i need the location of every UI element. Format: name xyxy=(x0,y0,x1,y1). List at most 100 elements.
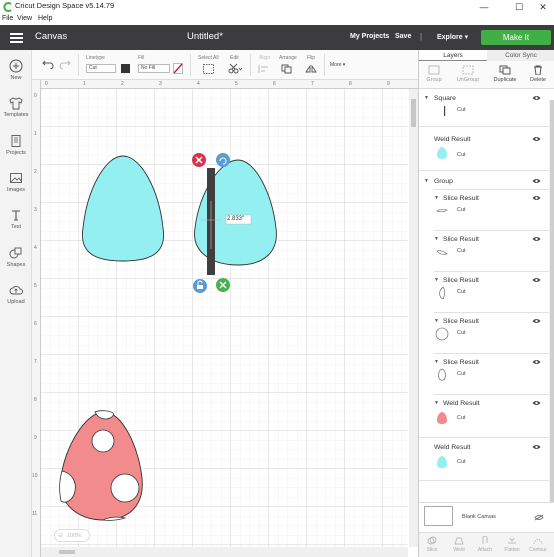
collapse-chevron-icon[interactable]: ▼ xyxy=(434,400,439,406)
egg-thumbnail-icon xyxy=(437,456,447,468)
document-title: Untitled* xyxy=(187,31,223,42)
collapse-chevron-icon[interactable]: ▼ xyxy=(424,178,429,184)
eye-icon[interactable] xyxy=(532,444,541,450)
layer-operation: Cut xyxy=(457,107,466,113)
explore-label: Explore xyxy=(437,34,463,41)
flatten-button[interactable]: Flatten xyxy=(499,536,525,553)
design-canvas[interactable]: 0 1 2 3 4 5 6 7 8 9 0 1 2 3 4 5 6 7 8 9 … xyxy=(32,80,418,557)
flip-icon[interactable] xyxy=(305,64,319,74)
eye-icon[interactable] xyxy=(532,277,541,283)
shapes-tool[interactable]: Shapes xyxy=(0,246,32,268)
arrange-label: Arrange xyxy=(279,55,297,61)
tab-layers[interactable]: Layers xyxy=(419,50,487,61)
canvas-vertical-scrollbar[interactable] xyxy=(409,89,418,547)
save-button[interactable]: Save xyxy=(395,33,411,40)
group-button[interactable]: Group xyxy=(419,65,449,83)
blank-canvas-label: Blank Canvas xyxy=(462,514,496,520)
linetype-color-swatch[interactable] xyxy=(121,64,130,73)
eye-icon[interactable] xyxy=(532,195,541,201)
paperclip-icon xyxy=(482,536,488,544)
no-fill-swatch-icon[interactable] xyxy=(173,63,183,74)
menu-view[interactable]: View xyxy=(17,15,32,22)
blank-canvas-row[interactable]: Blank Canvas xyxy=(419,502,554,532)
linetype-select[interactable]: Cut xyxy=(86,64,116,73)
eye-icon[interactable] xyxy=(532,359,541,365)
ruler-tick: 1 xyxy=(34,131,37,137)
align-icon[interactable] xyxy=(258,64,272,74)
rotate-handle-icon[interactable] xyxy=(216,153,230,167)
flip-label: Flip xyxy=(307,55,316,61)
hamburger-menu-icon[interactable] xyxy=(10,33,23,43)
close-window-button[interactable]: ✕ xyxy=(529,0,554,14)
new-tool[interactable]: New xyxy=(0,59,32,81)
canvas-horizontal-scrollbar[interactable] xyxy=(41,547,408,557)
canvas-color-swatch[interactable] xyxy=(424,506,453,526)
make-it-button[interactable]: Make It xyxy=(481,30,551,45)
scissors-icon[interactable] xyxy=(228,63,242,74)
fill-select[interactable]: No Fill xyxy=(138,64,170,73)
ungroup-label: UnGroup xyxy=(456,77,480,83)
menu-bar: File View Help xyxy=(0,14,554,25)
ruler-tick: 11 xyxy=(32,511,38,517)
my-projects-link[interactable]: My Projects xyxy=(350,33,389,40)
projects-tool[interactable]: Projects xyxy=(0,134,32,156)
layer-name: Slice Result xyxy=(443,318,479,325)
templates-tool[interactable]: Templates xyxy=(0,96,32,118)
eye-icon[interactable] xyxy=(532,95,541,101)
tab-color-sync[interactable]: Color Sync xyxy=(487,50,554,61)
weld-icon xyxy=(454,537,464,545)
eye-hidden-icon[interactable] xyxy=(534,514,544,521)
undo-icon[interactable] xyxy=(42,59,54,69)
menu-help[interactable]: Help xyxy=(38,15,52,22)
duplicate-label: Duplicate xyxy=(493,77,517,83)
text-tool[interactable]: Text xyxy=(0,208,32,230)
eye-icon[interactable] xyxy=(532,178,541,184)
arrange-icon[interactable] xyxy=(281,64,295,74)
images-tool[interactable]: Images xyxy=(0,171,32,193)
ruler-tick: 7 xyxy=(311,81,314,87)
attach-button[interactable]: Attach xyxy=(472,536,498,553)
ungroup-button[interactable]: UnGroup xyxy=(453,65,483,83)
collapse-chevron-icon[interactable]: ▼ xyxy=(434,236,439,242)
weld-button[interactable]: Weld xyxy=(446,536,472,553)
cloud-upload-icon xyxy=(9,285,23,295)
collapse-chevron-icon[interactable]: ▼ xyxy=(434,195,439,201)
explore-dropdown[interactable]: Explore ▾ xyxy=(437,33,468,41)
contour-button[interactable]: Contour xyxy=(525,536,551,553)
more-menu[interactable]: More ▾ xyxy=(330,62,345,68)
dimension-readout: 2.833" xyxy=(227,216,245,222)
window-title: Cricut Design Space v5.14.79 xyxy=(15,1,115,10)
collapse-chevron-icon[interactable]: ▼ xyxy=(434,318,439,324)
layers-list[interactable]: ▼ Square Cut Weld Result Cut ▼ Group ▼ S… xyxy=(419,89,554,541)
delete-button[interactable]: Delete xyxy=(523,65,553,83)
duplicate-button[interactable]: Duplicate xyxy=(490,65,520,83)
eye-icon[interactable] xyxy=(532,318,541,324)
minimize-button[interactable]: — xyxy=(470,0,498,14)
ruler-tick: 0 xyxy=(45,81,48,87)
slice-icon xyxy=(427,536,437,545)
eye-icon[interactable] xyxy=(532,236,541,242)
zoom-control[interactable]: ⊖ 100% xyxy=(54,529,90,542)
zoom-out-icon[interactable]: ⊖ xyxy=(58,532,63,539)
canvas-grid[interactable] xyxy=(41,89,408,547)
trash-icon xyxy=(534,65,542,75)
images-label: Images xyxy=(6,187,26,193)
layer-name: Slice Result xyxy=(443,236,479,243)
select-all-icon[interactable] xyxy=(203,64,214,74)
layers-scrollbar[interactable] xyxy=(549,100,554,540)
cricut-logo-icon xyxy=(3,2,12,12)
slice-button[interactable]: Slice xyxy=(419,536,445,553)
ruler-tick: 5 xyxy=(235,81,238,87)
ruler-tick: 9 xyxy=(34,435,37,441)
collapse-chevron-icon[interactable]: ▼ xyxy=(424,95,429,101)
collapse-chevron-icon[interactable]: ▼ xyxy=(434,277,439,283)
templates-label: Templates xyxy=(3,112,29,118)
menu-file[interactable]: File xyxy=(2,15,13,22)
collapse-chevron-icon[interactable]: ▼ xyxy=(434,359,439,365)
upload-tool[interactable]: Upload xyxy=(0,283,32,305)
eye-icon[interactable] xyxy=(532,136,541,142)
ruler-tick: 2 xyxy=(34,169,37,175)
eye-icon[interactable] xyxy=(532,400,541,406)
design-panel-sidebar: New Templates Projects Images Text Shape… xyxy=(0,50,32,557)
redo-icon[interactable] xyxy=(59,59,71,69)
